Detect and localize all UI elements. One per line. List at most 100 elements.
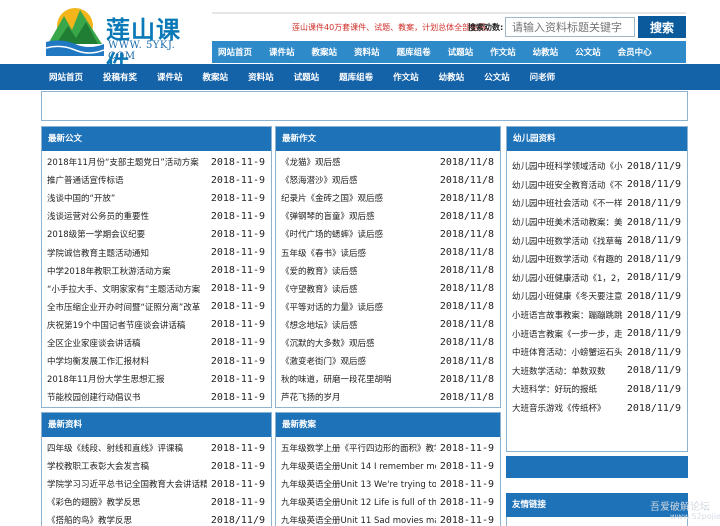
item-title-link[interactable]: 幼儿园中班科学领域活动《小水滴》: [512, 160, 623, 172]
nav-wenlaoshi[interactable]: 问老师: [530, 71, 556, 83]
list-item[interactable]: 小班语言教案《一步一步，走啊走》2018/11/9: [507, 324, 687, 343]
item-title-link[interactable]: 幼儿园中班美术活动教案：美丽的: [512, 216, 623, 228]
list-item[interactable]: 四年级《线段、射线和直线》评课稿 2018-11-9: [42, 439, 271, 457]
item-title-link[interactable]: 《弹钢琴的盲童》观后感: [281, 210, 375, 222]
list-item[interactable]: 《搭船的鸟》教学反思 2018/11/9: [42, 511, 271, 526]
list-item[interactable]: 《怒海潜沙》观后感 2018/11/8: [276, 171, 500, 189]
list-item[interactable]: 五年级数学上册《平行四边形的面积》教学设计2018-11-9: [276, 439, 500, 457]
nav-youjiao[interactable]: 幼教站: [439, 71, 465, 83]
item-title-link[interactable]: 2018年11月份“支部主题党日”活动方案: [47, 156, 199, 168]
item-title-link[interactable]: 《平等对话的力量》读后感: [281, 301, 383, 313]
list-item[interactable]: 中学2018年教职工秋游活动方案 2018-11-9: [42, 262, 271, 280]
item-title-link[interactable]: 《想念地坛》读后感: [281, 319, 358, 331]
item-title-link[interactable]: 浅谈运营对公务员的重要性: [47, 210, 149, 222]
list-item[interactable]: 幼儿园中班社会活动《不一样的我》2018/11/9: [507, 194, 687, 213]
list-item[interactable]: 中学均衡发展工作汇报材料 2018-11-9: [42, 352, 271, 370]
list-item[interactable]: 幼儿园中班安全教育活动《不玩火》2018/11/9: [507, 176, 687, 195]
item-title-link[interactable]: 幼儿园中班安全教育活动《不玩火》: [512, 179, 623, 191]
item-title-link[interactable]: 小班语言教案《一步一步，走啊走》: [512, 328, 623, 340]
list-item[interactable]: 浅谈中国的“开放” 2018-11-9: [42, 189, 271, 207]
subnav-jiaoan[interactable]: 教案站: [312, 46, 338, 58]
list-item[interactable]: 《想念地坛》读后感 2018/11/8: [276, 316, 500, 334]
subnav-youjiao[interactable]: 幼教站: [533, 46, 559, 58]
list-item[interactable]: 小班语言故事教案：蹦蹦跳跳的小兔2018/11/9: [507, 306, 687, 325]
list-item[interactable]: 幼儿园中班数学活动《找草莓》 2018/11/9: [507, 231, 687, 250]
list-item[interactable]: 幼儿园中班数学活动《有趣的图形》2018/11/9: [507, 250, 687, 269]
list-item[interactable]: 纪录片《金砖之国》观后感 2018/11/8: [276, 189, 500, 207]
nav-gongwen[interactable]: 公文站: [484, 71, 510, 83]
list-item[interactable]: 2018年11月份大学生思想汇报 2018-11-9: [42, 370, 271, 388]
list-item[interactable]: 幼儿园中班美术活动教案：美丽的2018/11/9: [507, 213, 687, 232]
list-item[interactable]: 推广普通话宣传标语 2018-11-9: [42, 171, 271, 189]
item-title-link[interactable]: 浅谈中国的“开放”: [47, 192, 115, 204]
item-title-link[interactable]: 幼儿园中班数学活动《有趣的图形》: [512, 253, 623, 265]
item-title-link[interactable]: 2018级第一学期会议纪要: [47, 228, 145, 240]
list-item[interactable]: 节能校园创建行动倡议书 2018-11-9: [42, 388, 271, 406]
item-title-link[interactable]: 2018年11月份大学生思想汇报: [47, 373, 164, 385]
list-item[interactable]: 学校教职工表彰大会发言稿 2018-11-9: [42, 457, 271, 475]
item-title-link[interactable]: 《激变老街门》观后感: [281, 355, 366, 367]
list-item[interactable]: “小手拉大手、文明家家有”主题活动方案 2018-11-9: [42, 280, 271, 298]
item-title-link[interactable]: 秋的味道，研磨一段花里胡哨: [281, 373, 392, 385]
list-item[interactable]: 《守望教育》读后感 2018/11/8: [276, 280, 500, 298]
nav-shiti[interactable]: 试题站: [294, 71, 320, 83]
item-title-link[interactable]: 中学2018年教职工秋游活动方案: [47, 265, 171, 277]
nav-kejian[interactable]: 课件站: [157, 71, 183, 83]
nav-tiku[interactable]: 题库组卷: [339, 71, 373, 83]
list-item[interactable]: 全市压缩企业开办时间暨“证照分离”改革 2018-11-9: [42, 298, 271, 316]
list-item[interactable]: 《时代广场的蟋蟀》读后感 2018/11/8: [276, 225, 500, 243]
item-title-link[interactable]: 九年级英语全册Unit 12 Life is full of the: [281, 496, 436, 508]
item-title-link[interactable]: 庆祝第19个中国记者节座谈会讲话稿: [47, 319, 185, 331]
list-item[interactable]: 芦花飞扬的岁月 2018/11/8: [276, 388, 500, 406]
item-title-link[interactable]: 大班数学活动：单数双数: [512, 365, 606, 377]
item-title-link[interactable]: “小手拉大手、文明家家有”主题活动方案: [47, 283, 200, 295]
subnav-tiku[interactable]: 题库组卷: [397, 46, 431, 58]
item-title-link[interactable]: 《龙猫》观后感: [281, 156, 341, 168]
subnav-ziliao[interactable]: 资料站: [354, 46, 380, 58]
item-title-link[interactable]: 节能校园创建行动倡议书: [47, 391, 141, 403]
item-title-link[interactable]: 《沉默的大多数》观后感: [281, 337, 375, 349]
item-title-link[interactable]: 学院学习习近平总书记全国教育大会讲话精神: [47, 478, 207, 490]
list-item[interactable]: 秋的味道，研磨一段花里胡哨 2018/11/8: [276, 370, 500, 388]
item-title-link[interactable]: 全区企业家座谈会讲话稿: [47, 337, 141, 349]
list-item[interactable]: 浅谈运营对公务员的重要性 2018-11-9: [42, 207, 271, 225]
list-item[interactable]: 《弹钢琴的盲童》观后感 2018/11/8: [276, 207, 500, 225]
item-title-link[interactable]: 芦花飞扬的岁月: [281, 391, 341, 403]
subnav-gongwen[interactable]: 公文站: [575, 46, 601, 58]
item-title-link[interactable]: 四年级《线段、射线和直线》评课稿: [47, 442, 183, 454]
subnav-zuowen[interactable]: 作文站: [490, 46, 516, 58]
item-title-link[interactable]: 中班体育活动：小螃蟹运石头: [512, 346, 623, 358]
item-title-link[interactable]: 中学均衡发展工作汇报材料: [47, 355, 149, 367]
list-item[interactable]: 九年级英语全册Unit 12 Life is full of the 2018-1…: [276, 493, 500, 511]
item-title-link[interactable]: 全市压缩企业开办时间暨“证照分离”改革: [47, 301, 200, 313]
list-item[interactable]: 幼儿园小班健康《冬天要注意保暖》2018/11/9: [507, 287, 687, 306]
list-item[interactable]: 学院学习习近平总书记全国教育大会讲话精神 2018-11-9: [42, 475, 271, 493]
search-input[interactable]: [505, 17, 635, 37]
item-title-link[interactable]: 《搭船的鸟》教学反思: [47, 514, 132, 526]
nav-zuowen[interactable]: 作文站: [393, 71, 419, 83]
list-item[interactable]: 《激变老街门》观后感 2018/11/8: [276, 352, 500, 370]
item-title-link[interactable]: 推广普通话宣传标语: [47, 174, 124, 186]
list-item[interactable]: 《平等对话的力量》读后感 2018/11/8: [276, 298, 500, 316]
item-title-link[interactable]: 《怒海潜沙》观后感: [281, 174, 358, 186]
item-title-link[interactable]: 五年级《春书》读后感: [281, 247, 366, 259]
list-item[interactable]: 大班音乐游戏《传纸杯》 2018/11/9: [507, 399, 687, 418]
item-title-link[interactable]: 小班语言故事教案：蹦蹦跳跳的小兔: [512, 309, 623, 321]
item-title-link[interactable]: 纪录片《金砖之国》观后感: [281, 192, 383, 204]
item-title-link[interactable]: 学校教职工表彰大会发言稿: [47, 460, 149, 472]
nav-jiaoan[interactable]: 教案站: [203, 71, 229, 83]
list-item[interactable]: 庆祝第19个中国记者节座谈会讲话稿 2018-11-9: [42, 316, 271, 334]
item-title-link[interactable]: 九年级英语全册Unit 14 I remember meeting: [281, 460, 436, 472]
nav-ziliao[interactable]: 资料站: [248, 71, 274, 83]
nav-home[interactable]: 网站首页: [49, 71, 83, 83]
list-item[interactable]: 九年级英语全册Unit 13 We're trying to save2018-…: [276, 475, 500, 493]
item-title-link[interactable]: 学院诚信教育主题活动通知: [47, 247, 149, 259]
list-item[interactable]: 中班体育活动：小螃蟹运石头 2018/11/9: [507, 343, 687, 362]
subnav-shiti[interactable]: 试题站: [448, 46, 474, 58]
item-title-link[interactable]: 幼儿园中班社会活动《不一样的我》: [512, 197, 623, 209]
nav-tougao[interactable]: 投稿有奖: [103, 71, 137, 83]
item-title-link[interactable]: 大班音乐游戏《传纸杯》: [512, 402, 606, 414]
list-item[interactable]: 五年级《春书》读后感 2018/11/8: [276, 243, 500, 261]
item-title-link[interactable]: 九年级英语全册Unit 13 We're trying to save: [281, 478, 436, 490]
subnav-member[interactable]: 会员中心: [618, 46, 652, 58]
